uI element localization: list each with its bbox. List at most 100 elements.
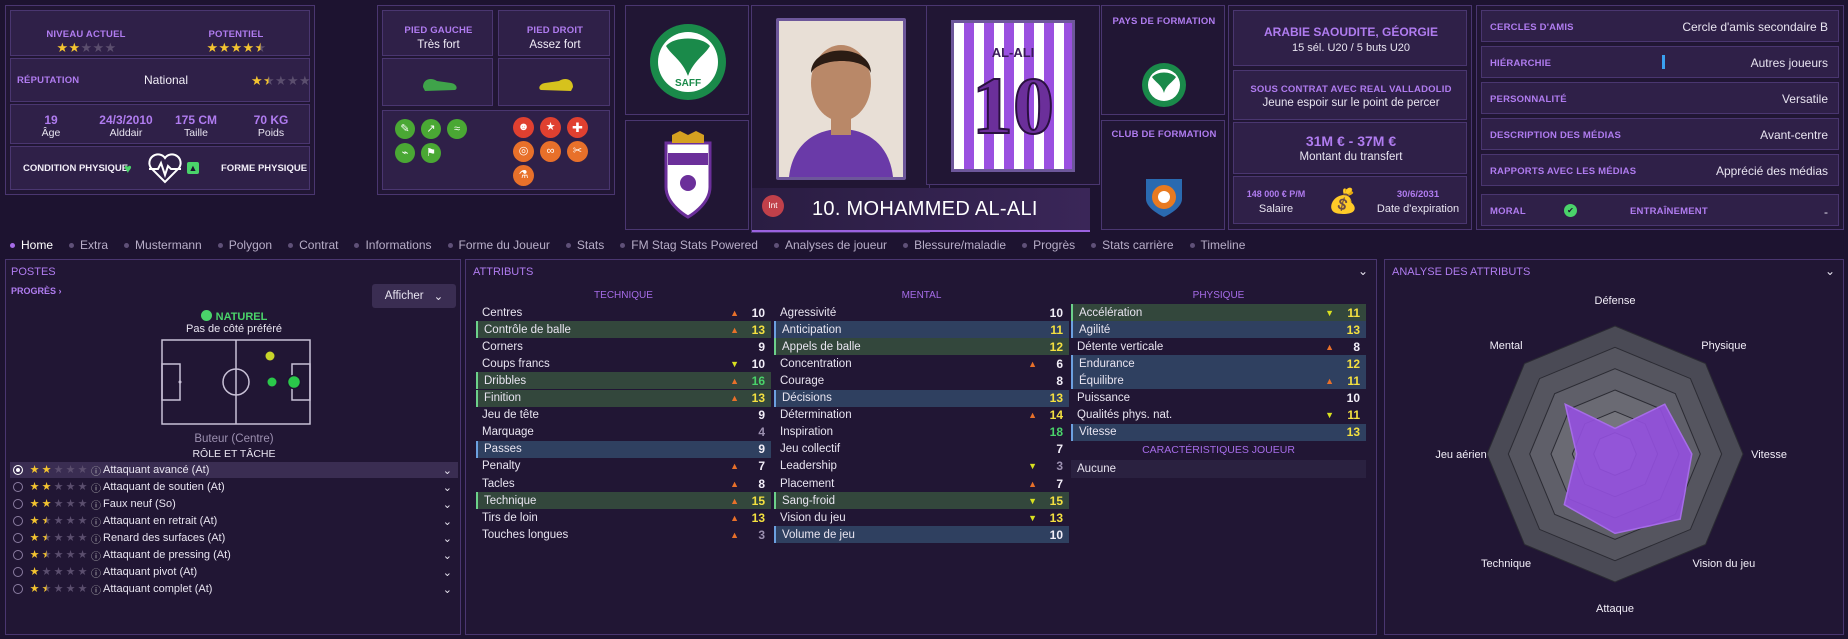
progress-link[interactable]: PROGRÈS ›: [11, 286, 62, 296]
attribute-row[interactable]: Dribbles ▲ 16: [476, 372, 771, 390]
attribute-row[interactable]: Décisions 13: [774, 389, 1069, 407]
role-row[interactable]: ★ ★ ★ ★ ★ ⓘ Attaquant complet (At) ⌄: [10, 581, 458, 597]
attribute-name: Touches longues: [482, 528, 569, 541]
attribute-row[interactable]: Jeu collectif 7: [774, 441, 1069, 458]
star-empty-icon: ★: [104, 40, 117, 55]
role-row[interactable]: ★ ★ ★ ★ ★ ⓘ Attaquant de soutien (At) ⌄: [10, 479, 458, 495]
tab-dot-icon: [69, 242, 75, 248]
info-icon[interactable]: ⓘ: [91, 531, 101, 546]
role-row[interactable]: ★ ★ ★ ★ ★ ⓘ Attaquant avancé (At) ⌄: [10, 462, 458, 478]
star-empty-icon: ★: [80, 40, 93, 55]
attribute-row[interactable]: Corners 9: [476, 338, 771, 355]
tab-stats[interactable]: Stats: [565, 238, 604, 252]
role-radio[interactable]: [13, 465, 23, 475]
attribute-row[interactable]: Marquage 4: [476, 424, 771, 441]
attribute-row[interactable]: Agilité 13: [1071, 321, 1366, 339]
attribute-name: Volume de jeu: [782, 528, 855, 541]
tab-dot-icon: [620, 242, 626, 248]
role-row[interactable]: ★ ★ ★ ★ ★ ⓘ Attaquant pivot (At) ⌄: [10, 564, 458, 580]
tab-polygon[interactable]: Polygon: [217, 238, 272, 252]
role-radio[interactable]: [13, 584, 23, 594]
salary-label: Salaire: [1258, 203, 1294, 215]
tab-contrat[interactable]: Contrat: [288, 238, 338, 252]
show-button[interactable]: Afficher ⌄: [372, 284, 456, 308]
star-empty-icon: ★: [77, 531, 88, 544]
attribute-row[interactable]: Qualités phys. nat. ▼ 11: [1071, 407, 1366, 424]
attribute-row[interactable]: Accélération ▼ 11: [1071, 304, 1366, 321]
attribute-row[interactable]: Concentration ▲ 6: [774, 355, 1069, 372]
tab-stats-carri-re[interactable]: Stats carrière: [1091, 238, 1174, 252]
attribute-row[interactable]: Endurance 12: [1071, 355, 1366, 373]
info-row: PERSONNALITÉ Versatile: [1481, 82, 1839, 114]
chevron-down-icon[interactable]: ⌄: [443, 583, 452, 596]
attribute-row[interactable]: Tirs de loin ▲ 13: [476, 509, 771, 526]
attribute-row[interactable]: Passes 9: [476, 440, 771, 458]
attribute-row[interactable]: Appels de balle 12: [774, 338, 1069, 356]
tab-extra[interactable]: Extra: [69, 238, 108, 252]
attribute-row[interactable]: Puissance 10: [1071, 390, 1366, 407]
role-radio[interactable]: [13, 550, 23, 560]
attribute-row[interactable]: Finition ▲ 13: [476, 389, 771, 407]
attribute-row[interactable]: Coups francs ▼ 10: [476, 355, 771, 372]
tab-timeline[interactable]: Timeline: [1189, 238, 1245, 252]
attribute-row[interactable]: Agressivité 10: [774, 304, 1069, 321]
role-radio[interactable]: [13, 499, 23, 509]
tab-forme-du-joueur[interactable]: Forme du Joueur: [447, 238, 550, 252]
chevron-down-icon[interactable]: ⌄: [443, 481, 452, 494]
tab-informations[interactable]: Informations: [354, 238, 432, 252]
attribute-row[interactable]: Courage 8: [774, 372, 1069, 389]
attribute-row[interactable]: Sang-froid ▼ 15: [774, 492, 1069, 510]
chevron-down-icon[interactable]: ⌄: [443, 464, 452, 477]
chevron-down-icon[interactable]: ⌄: [1358, 264, 1368, 278]
attribute-row[interactable]: Détente verticale ▲ 8: [1071, 338, 1366, 355]
info-icon[interactable]: ⓘ: [91, 565, 101, 580]
attribute-row[interactable]: Inspiration 18: [774, 424, 1069, 441]
info-icon[interactable]: ⓘ: [91, 480, 101, 495]
attribute-value: 9: [758, 442, 765, 457]
chevron-down-icon[interactable]: ⌄: [443, 566, 452, 579]
tab-home[interactable]: Home: [10, 238, 53, 252]
tab-blessure-maladie[interactable]: Blessure/maladie: [903, 238, 1006, 252]
tab-fm-stag-stats-powered[interactable]: FM Stag Stats Powered: [620, 238, 758, 252]
star-half-icon: ★: [41, 582, 52, 595]
role-row[interactable]: ★ ★ ★ ★ ★ ⓘ Faux neuf (So) ⌄: [10, 496, 458, 512]
attribute-row[interactable]: Anticipation 11: [774, 321, 1069, 339]
attribute-row[interactable]: Jeu de tête 9: [476, 407, 771, 424]
info-icon[interactable]: ⓘ: [91, 548, 101, 563]
attribute-row[interactable]: Leadership ▼ 3: [774, 458, 1069, 475]
attribute-row[interactable]: Vision du jeu ▼ 13: [774, 509, 1069, 526]
role-radio[interactable]: [13, 533, 23, 543]
tab-progr-s[interactable]: Progrès: [1022, 238, 1075, 252]
attribute-row[interactable]: Volume de jeu 10: [774, 526, 1069, 544]
attribute-row[interactable]: Vitesse 13: [1071, 423, 1366, 441]
tab-analyses-de-joueur[interactable]: Analyses de joueur: [773, 238, 887, 252]
chevron-down-icon[interactable]: ⌄: [443, 549, 452, 562]
chevron-down-icon[interactable]: ⌄: [443, 498, 452, 511]
attribute-row[interactable]: Penalty ▲ 7: [476, 458, 771, 475]
attribute-row[interactable]: Équilibre ▲ 11: [1071, 372, 1366, 390]
attribute-value: 6: [1056, 356, 1063, 371]
attribute-row[interactable]: Technique ▲ 15: [476, 492, 771, 510]
attribute-row[interactable]: Touches longues ▲ 3: [476, 526, 771, 543]
info-icon[interactable]: ⓘ: [91, 463, 101, 478]
attribute-row[interactable]: Tacles ▲ 8: [476, 475, 771, 492]
role-row[interactable]: ★ ★ ★ ★ ★ ⓘ Renard des surfaces (At) ⌄: [10, 530, 458, 546]
attribute-value: 13: [1346, 322, 1360, 337]
tab-mustermann[interactable]: Mustermann: [124, 238, 202, 252]
attribute-row[interactable]: Contrôle de balle ▲ 13: [476, 321, 771, 339]
chevron-down-icon[interactable]: ⌄: [443, 515, 452, 528]
role-row[interactable]: ★ ★ ★ ★ ★ ⓘ Attaquant en retrait (At) ⌄: [10, 513, 458, 529]
role-radio[interactable]: [13, 567, 23, 577]
info-row-label: CERCLES D'AMIS: [1490, 22, 1574, 33]
info-icon[interactable]: ⓘ: [91, 582, 101, 597]
info-icon[interactable]: ⓘ: [91, 514, 101, 529]
role-row[interactable]: ★ ★ ★ ★ ★ ⓘ Attaquant de pressing (At) ⌄: [10, 547, 458, 563]
attribute-value: 13: [1346, 425, 1360, 440]
attribute-row[interactable]: Placement ▲ 7: [774, 475, 1069, 492]
info-icon[interactable]: ⓘ: [91, 497, 101, 512]
role-radio[interactable]: [13, 516, 23, 526]
attribute-row[interactable]: Détermination ▲ 14: [774, 407, 1069, 424]
attribute-row[interactable]: Centres ▲ 10: [476, 304, 771, 321]
role-radio[interactable]: [13, 482, 23, 492]
chevron-down-icon[interactable]: ⌄: [443, 532, 452, 545]
